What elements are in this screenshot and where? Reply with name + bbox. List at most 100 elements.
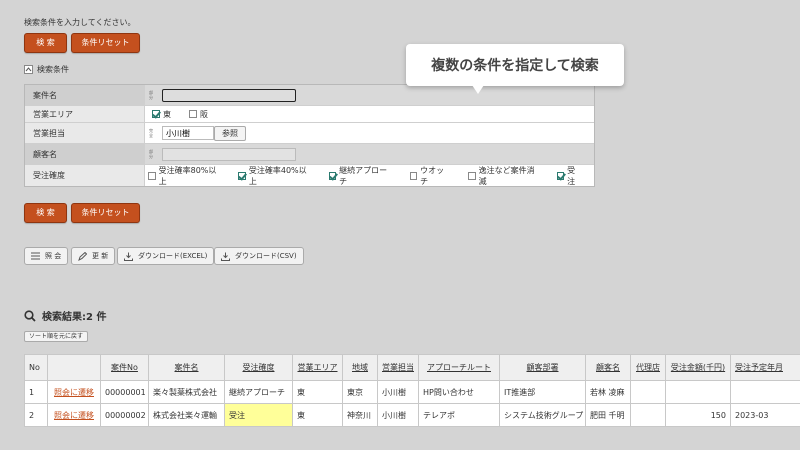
column-header-sortable[interactable]: アプローチルート — [418, 354, 500, 381]
view-detail-link[interactable]: 照会に遷移 — [54, 388, 94, 397]
view-button[interactable]: 照 会 — [24, 247, 69, 265]
cell-no: 2 — [24, 403, 48, 427]
certainty-80-checkbox[interactable]: 受注確率80%以上 — [148, 165, 220, 187]
sales-area-west-checkbox[interactable]: 阪 — [189, 109, 208, 120]
cell-case-no: 00000001 — [100, 380, 149, 404]
customer-name-match-hint: 部分 — [149, 149, 153, 159]
instruction-text: 検索条件を入力してください。 — [24, 18, 136, 27]
cell-customer-name: 肥田 千明 — [585, 403, 631, 427]
cell-approach-route: HP問い合わせ — [418, 380, 500, 404]
cell-case-name: 株式会社楽々運輸 — [148, 403, 225, 427]
column-header-sortable[interactable]: 受注予定年月 — [730, 354, 800, 381]
column-header-sortable[interactable]: 案件名 — [148, 354, 225, 381]
cell-customer-dept: IT推進部 — [499, 380, 586, 404]
condition-row-case-name: 案件名 部分 — [25, 85, 594, 106]
checkbox-unchecked-icon — [148, 171, 156, 180]
condition-section-toggle[interactable]: 検索条件 — [24, 64, 69, 75]
condition-row-sales-area: 営業エリア 東 阪 — [25, 106, 594, 123]
cell-amount: 150 — [665, 403, 731, 427]
condition-section-title: 検索条件 — [37, 65, 69, 74]
results-header-row: No 案件No 案件名 受注確度 営業エリア 地域 営業担当 アプローチルート … — [24, 354, 800, 381]
cell-approach-route: テレアポ — [418, 403, 500, 427]
certainty-lost-checkbox[interactable]: 逸注など案件消滅 — [468, 165, 539, 187]
cell-area: 東 — [292, 403, 343, 427]
certainty-won-checkbox[interactable]: 受注 — [556, 165, 582, 187]
download-csv-button[interactable]: ダウンロード(CSV) — [214, 247, 304, 265]
column-header — [47, 354, 101, 381]
case-name-match-hint: 部分 — [149, 90, 153, 100]
sales-area-label: 営業エリア — [25, 106, 145, 122]
checkbox-unchecked-icon — [189, 110, 197, 118]
download-icon — [221, 252, 230, 261]
results-count-title: 検索結果:2 件 — [42, 312, 107, 323]
cell-customer-dept: システム技術グループ — [499, 403, 586, 427]
cell-link: 照会に遷移 — [47, 403, 101, 427]
sales-person-input[interactable] — [162, 126, 214, 140]
cell-planned-month — [730, 380, 800, 404]
order-certainty-label: 受注確度 — [25, 165, 145, 186]
column-header-sortable[interactable]: 受注金額(千円) — [665, 354, 731, 381]
checkbox-unchecked-icon — [409, 171, 418, 180]
update-button[interactable]: 更 新 — [71, 247, 116, 265]
checkbox-checked-icon — [238, 171, 246, 180]
certainty-watch-checkbox[interactable]: ウオッチ — [409, 165, 450, 187]
column-header-sortable[interactable]: 顧客部署 — [499, 354, 586, 381]
cell-agency — [630, 403, 666, 427]
reset-button-top[interactable]: 条件リセット — [71, 33, 140, 53]
checkbox-checked-icon — [328, 171, 337, 180]
condition-table: 案件名 部分 営業エリア 東 阪 営業担当 完全 参照 顧客名 部分 受注確度 … — [24, 84, 595, 187]
search-button-bottom[interactable]: 検 索 — [24, 203, 67, 223]
reset-button-bottom[interactable]: 条件リセット — [71, 203, 140, 223]
condition-row-sales-person: 営業担当 完全 参照 — [25, 123, 594, 144]
cell-case-name: 楽々製薬株式会社 — [148, 380, 225, 404]
checkbox-unchecked-icon — [468, 171, 476, 180]
column-header-sortable[interactable]: 代理店 — [630, 354, 666, 381]
cell-planned-month: 2023-03 — [730, 403, 800, 427]
search-icon — [24, 309, 36, 322]
checkbox-checked-icon — [556, 171, 565, 180]
view-detail-link[interactable]: 照会に遷移 — [54, 411, 94, 420]
cell-customer-name: 若林 凌麻 — [585, 380, 631, 404]
results-table: No 案件No 案件名 受注確度 営業エリア 地域 営業担当 アプローチルート … — [24, 354, 800, 427]
search-button-top[interactable]: 検 索 — [24, 33, 67, 53]
cell-sales-person: 小川樹 — [377, 403, 419, 427]
pencil-icon — [78, 251, 87, 261]
column-header-sortable[interactable]: 営業担当 — [377, 354, 419, 381]
column-header-sortable[interactable]: 案件No — [100, 354, 149, 381]
case-name-input[interactable] — [162, 88, 296, 102]
download-icon — [124, 252, 133, 261]
cell-certainty: 継続アプローチ — [224, 380, 293, 404]
certainty-40-checkbox[interactable]: 受注確率40%以上 — [238, 165, 310, 187]
cell-amount — [665, 380, 731, 404]
column-header-sortable[interactable]: 顧客名 — [585, 354, 631, 381]
tooltip-callout: 複数の条件を指定して検索 — [406, 44, 624, 94]
column-header: No — [24, 354, 48, 381]
list-icon — [31, 252, 40, 260]
cell-no: 1 — [24, 380, 48, 404]
results-header: 検索結果:2 件 — [24, 308, 106, 323]
sales-area-east-checkbox[interactable]: 東 — [152, 109, 171, 120]
cell-area: 東 — [292, 380, 343, 404]
condition-row-customer-name: 顧客名 部分 — [25, 144, 594, 165]
customer-name-input[interactable] — [162, 147, 296, 161]
cell-link: 照会に遷移 — [47, 380, 101, 404]
cell-region: 神奈川 — [342, 403, 378, 427]
chevron-up-icon — [24, 65, 33, 74]
reset-sort-button[interactable]: ソート順を元に戻す — [24, 331, 89, 342]
sales-person-match-hint: 完全 — [149, 128, 153, 138]
column-header-sortable[interactable]: 受注確度 — [224, 354, 293, 381]
cell-region: 東京 — [342, 380, 378, 404]
download-excel-button[interactable]: ダウンロード(EXCEL) — [117, 247, 215, 265]
cell-certainty-highlighted: 受注 — [224, 403, 293, 427]
customer-name-label: 顧客名 — [25, 144, 145, 164]
certainty-continue-checkbox[interactable]: 継続アプローチ — [328, 165, 392, 187]
condition-row-order-certainty: 受注確度 受注確率80%以上 受注確率40%以上 継続アプローチ ウオッチ 逸注… — [25, 165, 594, 186]
sales-person-label: 営業担当 — [25, 123, 145, 143]
column-header-sortable[interactable]: 地域 — [342, 354, 378, 381]
sales-person-browse-button[interactable]: 参照 — [214, 125, 246, 141]
column-header-sortable[interactable]: 営業エリア — [292, 354, 343, 381]
case-name-label: 案件名 — [25, 85, 145, 105]
checkbox-checked-icon — [152, 110, 160, 118]
table-row: 2 照会に遷移 00000002 株式会社楽々運輸 受注 東 神奈川 小川樹 テ… — [24, 403, 800, 427]
cell-case-no: 00000002 — [100, 403, 149, 427]
